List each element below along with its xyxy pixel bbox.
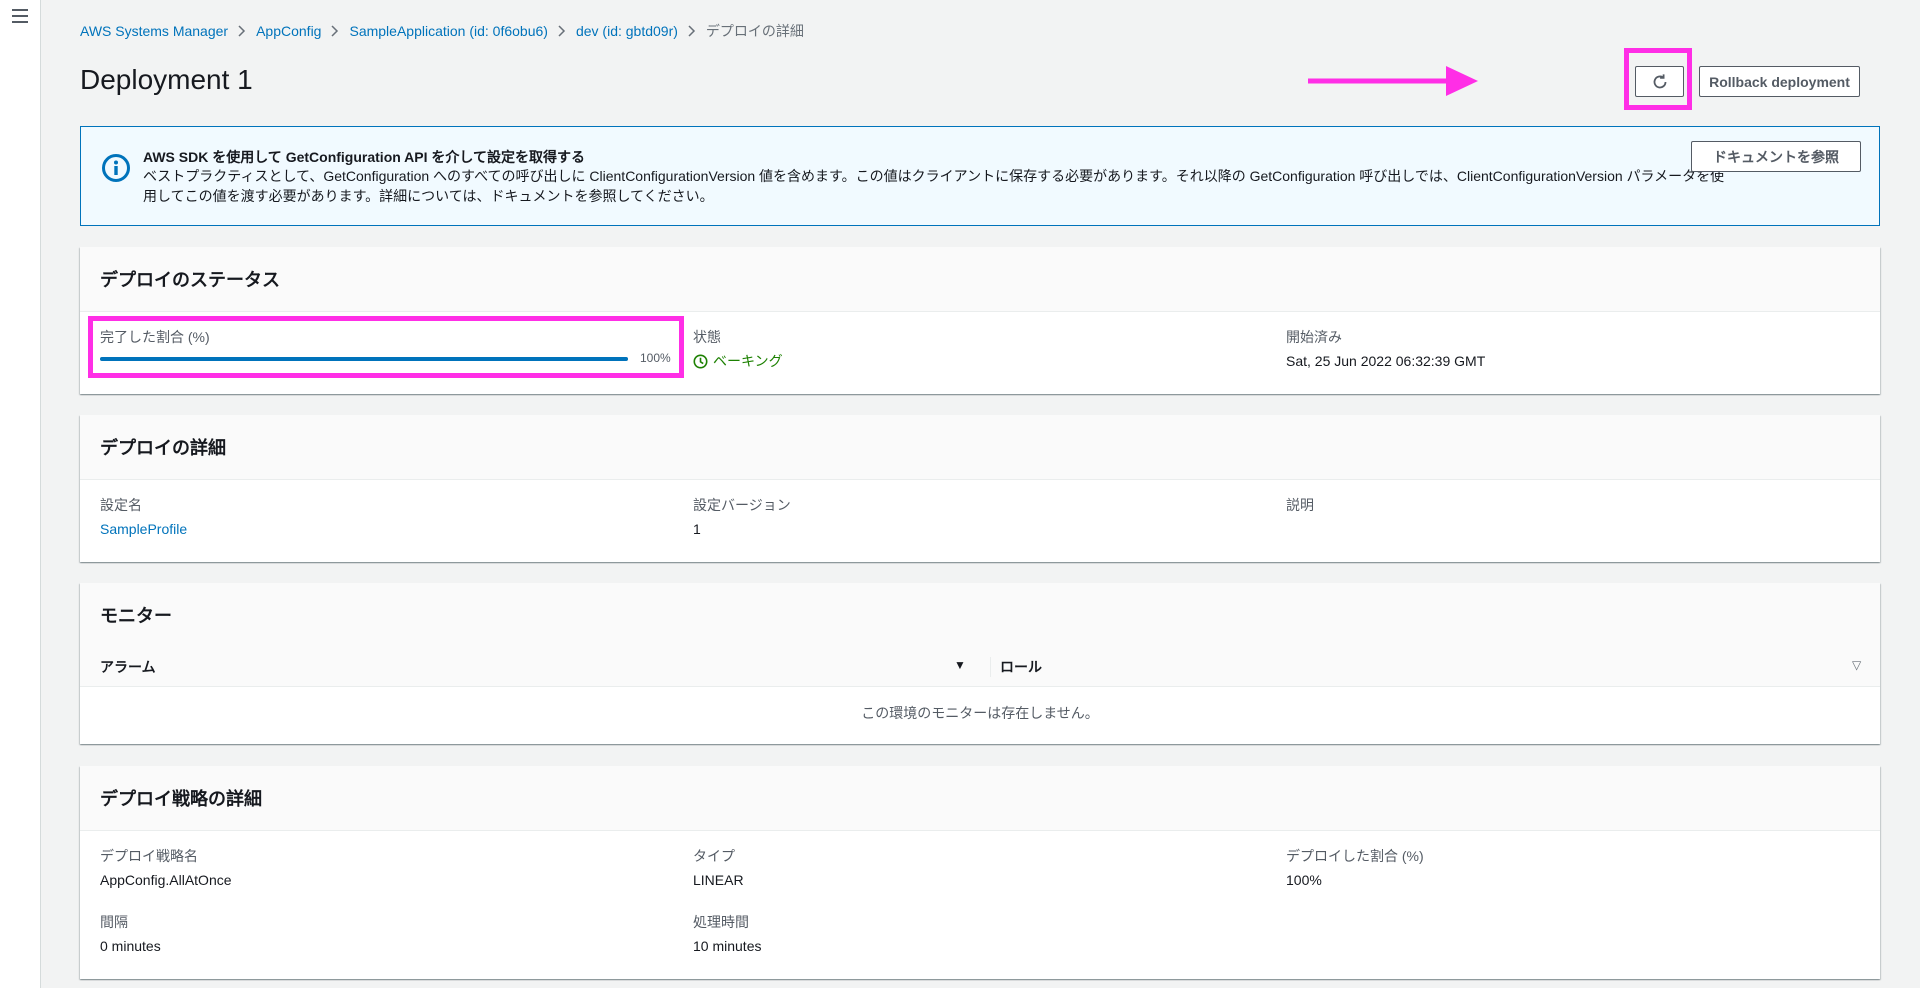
deployment-details-panel: デプロイの詳細 設定名 SampleProfile 設定バージョン 1 説明	[80, 415, 1880, 562]
table-header: アラーム ▼ ロール ▽	[80, 647, 1880, 687]
interval-field: 間隔 0 minutes	[100, 912, 161, 956]
info-body: ベストプラクティスとして、GetConfiguration へのすべての呼び出し…	[143, 168, 1725, 204]
config-version-field: 設定バージョン 1	[693, 495, 791, 539]
started-field: 開始済み Sat, 25 Jun 2022 06:32:39 GMT	[1286, 327, 1485, 371]
panel-title: モニター	[80, 583, 1880, 648]
column-role[interactable]: ロール	[1000, 647, 1042, 686]
breadcrumb-appconfig[interactable]: AppConfig	[256, 23, 321, 39]
deployment-strategy-panel: デプロイ戦略の詳細 デプロイ戦略名 AppConfig.AllAtOnce タイ…	[80, 766, 1880, 979]
state-field: 状態 ベーキング	[693, 327, 783, 371]
breadcrumb-current: デプロイの詳細	[705, 23, 804, 39]
column-divider	[990, 657, 991, 677]
type-field: タイプ LINEAR	[693, 846, 744, 890]
info-title: AWS SDK を使用して GetConfiguration API を介して設…	[143, 149, 585, 165]
duration-label: 処理時間	[693, 914, 749, 930]
info-alert: AWS SDK を使用して GetConfiguration API を介して設…	[80, 126, 1880, 226]
panel-title: デプロイの詳細	[80, 415, 1880, 480]
column-alarm[interactable]: アラーム	[100, 647, 156, 686]
chevron-right-icon	[331, 25, 339, 37]
progress-highlight-box	[88, 316, 684, 378]
strategy-name-label: デプロイ戦略名	[100, 848, 198, 864]
duration-value: 10 minutes	[693, 938, 762, 954]
side-navigation	[0, 0, 41, 988]
interval-label: 間隔	[100, 914, 128, 930]
breadcrumb-environment[interactable]: dev (id: gbtd09r)	[576, 23, 678, 39]
breadcrumb: AWS Systems Manager AppConfig SampleAppl…	[80, 21, 804, 41]
monitor-panel: モニター アラーム ▼ ロール ▽ この環境のモニターは存在しません。	[80, 583, 1880, 744]
refresh-button[interactable]	[1635, 66, 1684, 97]
config-version-value: 1	[693, 521, 701, 537]
description-field: 説明	[1286, 495, 1314, 515]
deploy-percent-field: デプロイした割合 (%) 100%	[1286, 846, 1424, 890]
breadcrumb-application[interactable]: SampleApplication (id: 0f6obu6)	[349, 23, 547, 39]
chevron-right-icon	[238, 25, 246, 37]
interval-value: 0 minutes	[100, 938, 161, 954]
sort-icon[interactable]: ▽	[1852, 658, 1861, 672]
config-name-link[interactable]: SampleProfile	[100, 519, 187, 539]
type-value: LINEAR	[693, 872, 744, 888]
rollback-deployment-button[interactable]: Rollback deployment	[1699, 66, 1860, 97]
sort-descending-icon[interactable]: ▼	[954, 658, 966, 672]
deploy-percent-value: 100%	[1286, 872, 1322, 888]
started-value: Sat, 25 Jun 2022 06:32:39 GMT	[1286, 353, 1486, 369]
panel-title: デプロイのステータス	[80, 247, 1880, 312]
chevron-right-icon	[558, 25, 566, 37]
config-version-label: 設定バージョン	[693, 497, 791, 513]
type-label: タイプ	[693, 848, 735, 864]
breadcrumb-systems-manager[interactable]: AWS Systems Manager	[80, 23, 228, 39]
page-title: Deployment 1	[80, 64, 253, 95]
state-text: ベーキング	[713, 353, 783, 369]
state-label: 状態	[693, 329, 721, 345]
state-value: ベーキング	[693, 351, 783, 371]
panel-title: デプロイ戦略の詳細	[80, 766, 1880, 831]
menu-icon[interactable]	[12, 9, 28, 27]
duration-field: 処理時間 10 minutes	[693, 912, 761, 956]
view-documentation-button[interactable]: ドキュメントを参照	[1691, 141, 1861, 172]
strategy-name-field: デプロイ戦略名 AppConfig.AllAtOnce	[100, 846, 232, 890]
started-label: 開始済み	[1286, 329, 1342, 345]
config-name-field: 設定名 SampleProfile	[100, 495, 187, 539]
deploy-percent-label: デプロイした割合 (%)	[1286, 848, 1424, 864]
chevron-right-icon	[688, 25, 696, 37]
refresh-icon	[1653, 73, 1666, 88]
empty-state-message: この環境のモニターは存在しません。	[861, 705, 1099, 721]
clock-icon	[693, 354, 708, 368]
info-icon	[102, 154, 130, 182]
config-name-label: 設定名	[100, 497, 142, 513]
strategy-name-value: AppConfig.AllAtOnce	[100, 872, 232, 888]
annotation-arrow-icon	[1308, 66, 1478, 96]
description-label: 説明	[1286, 497, 1314, 513]
